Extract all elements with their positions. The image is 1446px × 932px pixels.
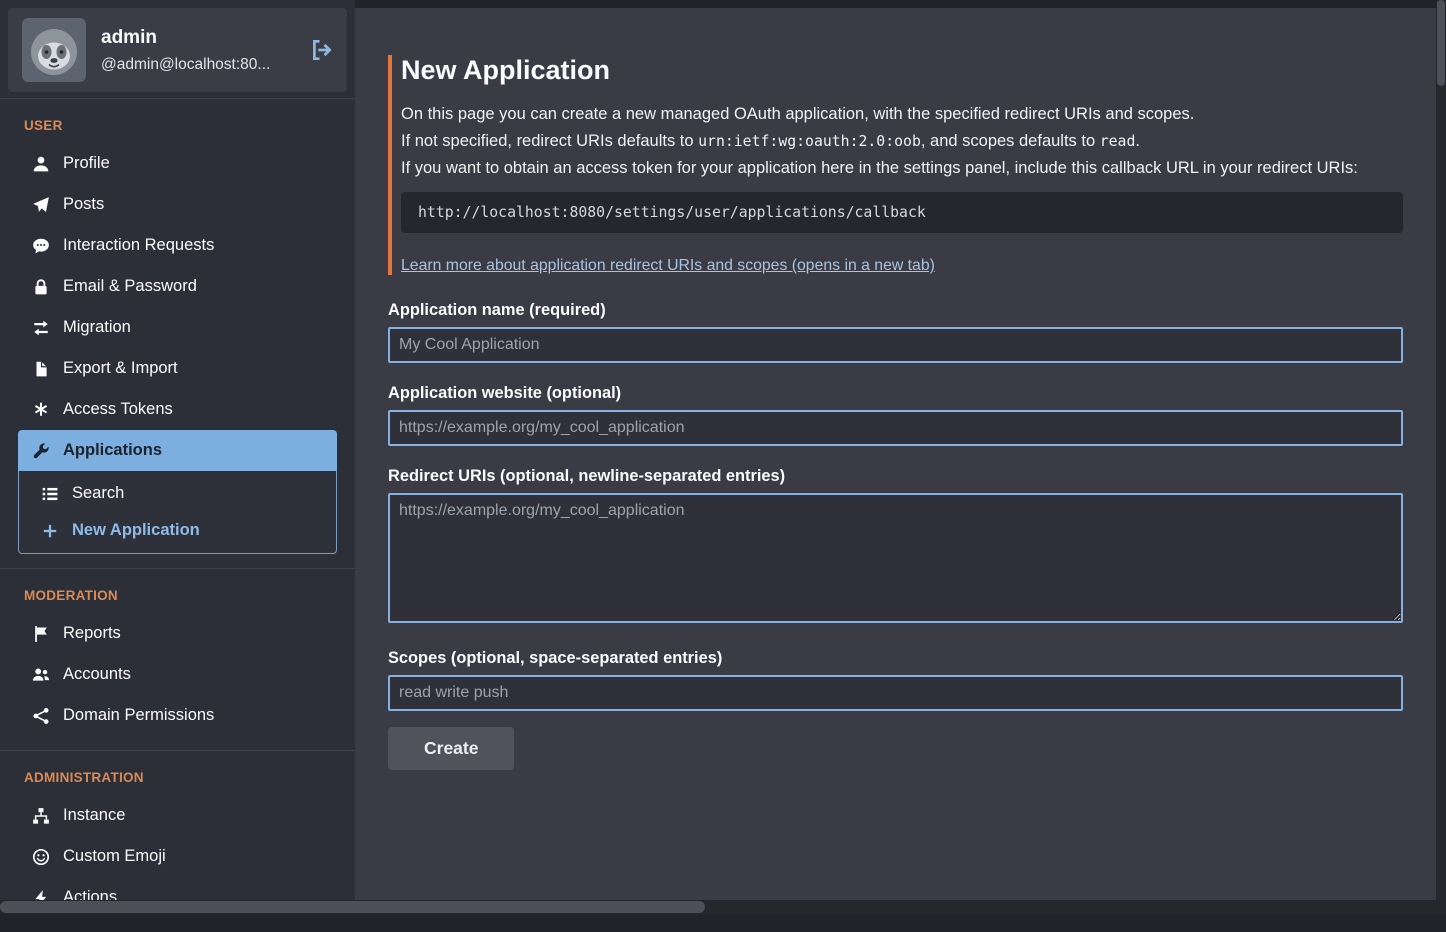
application-website-group: Application website (optional) [388, 384, 1403, 446]
user-info: admin @admin@localhost:80... [101, 27, 294, 74]
sidebar-item-domain-permissions[interactable]: Domain Permissions [18, 695, 337, 736]
intro-line-3: If you want to obtain an access token fo… [401, 156, 1403, 181]
sidebar-item-label: Access Tokens [63, 400, 173, 419]
asterisk-icon [32, 401, 50, 419]
sidebar-item-email-password[interactable]: Email & Password [18, 266, 337, 307]
redirect-uris-label: Redirect URIs (optional, newline-separat… [388, 467, 1403, 486]
comment-icon [32, 237, 50, 255]
callback-url-code-block: http://localhost:8080/settings/user/appl… [401, 192, 1403, 233]
sidebar: admin @admin@localhost:80... USER Profil… [0, 0, 355, 914]
scopes-group: Scopes (optional, space-separated entrie… [388, 649, 1403, 711]
sidebar-item-accounts[interactable]: Accounts [18, 654, 337, 695]
scopes-input[interactable] [388, 675, 1403, 711]
sidebar-item-label: Accounts [63, 665, 131, 684]
vertical-scrollbar-thumb[interactable] [1437, 0, 1445, 86]
sitemap-icon [32, 807, 50, 825]
sidebar-item-label: Migration [63, 318, 131, 337]
sidebar-item-label: Instance [63, 806, 125, 825]
sidebar-item-label: Applications [63, 441, 162, 460]
user-handle: @admin@localhost:80... [101, 56, 294, 74]
horizontal-scrollbar-thumb[interactable] [0, 901, 705, 913]
user-name: admin [101, 27, 294, 49]
intro-line-2-pre: If not specified, redirect URIs defaults… [401, 132, 698, 150]
main-content: New Application On this page you can cre… [355, 8, 1436, 900]
sidebar-item-posts[interactable]: Posts [18, 184, 337, 225]
logout-button[interactable] [309, 38, 333, 62]
page-title: New Application [401, 55, 1403, 86]
applications-submenu: Search New Application [18, 471, 337, 554]
sidebar-item-applications[interactable]: Applications [18, 430, 337, 471]
learn-more-link[interactable]: Learn more about application redirect UR… [401, 257, 935, 275]
inline-code-read: read [1100, 133, 1136, 150]
file-icon [32, 360, 50, 378]
application-name-input[interactable] [388, 327, 1403, 363]
sidebar-item-label: Profile [63, 154, 110, 173]
sidebar-item-label: Custom Emoji [63, 847, 166, 866]
plus-icon [41, 522, 59, 540]
redirect-uris-textarea[interactable] [388, 493, 1403, 623]
share-nodes-icon [32, 707, 50, 725]
sidebar-item-label: Domain Permissions [63, 706, 214, 725]
paper-plane-icon [32, 196, 50, 214]
intro-line-1: On this page you can create a new manage… [401, 102, 1403, 127]
user-card: admin @admin@localhost:80... [8, 8, 347, 92]
sidebar-item-access-tokens[interactable]: Access Tokens [18, 389, 337, 430]
sidebar-item-label: Posts [63, 195, 104, 214]
scopes-label: Scopes (optional, space-separated entrie… [388, 649, 1403, 668]
redirect-uris-group: Redirect URIs (optional, newline-separat… [388, 467, 1403, 628]
submenu-item-label: Search [72, 484, 124, 503]
sidebar-item-custom-emoji[interactable]: Custom Emoji [18, 836, 337, 877]
intro-line-2-mid: , and scopes defaults to [921, 132, 1100, 150]
application-website-label: Application website (optional) [388, 384, 1403, 403]
sloth-avatar-image [22, 18, 86, 82]
new-application-form: Application name (required) Application … [388, 301, 1403, 770]
submenu-item-search[interactable]: Search [19, 475, 336, 512]
submenu-item-label: New Application [72, 521, 200, 540]
logout-icon [309, 38, 333, 62]
sidebar-item-label: Export & Import [63, 359, 178, 378]
flag-icon [32, 625, 50, 643]
create-button[interactable]: Create [388, 727, 514, 770]
intro-block: New Application On this page you can cre… [388, 55, 1403, 275]
application-name-label: Application name (required) [388, 301, 1403, 320]
sidebar-item-label: Email & Password [63, 277, 197, 296]
section-label-administration: ADMINISTRATION [18, 755, 337, 795]
inline-code-oob: urn:ietf:wg:oauth:2.0:oob [698, 133, 921, 150]
sidebar-section-moderation: MODERATION Reports Accounts Domain Permi… [0, 568, 355, 750]
sidebar-nav: USER Profile Posts Interaction Requests … [0, 98, 355, 932]
horizontal-scrollbar-track[interactable] [0, 900, 1446, 914]
smiley-icon [32, 848, 50, 866]
sidebar-item-reports[interactable]: Reports [18, 613, 337, 654]
sidebar-section-user: USER Profile Posts Interaction Requests … [0, 98, 355, 568]
sidebar-item-profile[interactable]: Profile [18, 143, 337, 184]
section-label-moderation: MODERATION [18, 573, 337, 613]
application-website-input[interactable] [388, 410, 1403, 446]
sidebar-item-interaction-requests[interactable]: Interaction Requests [18, 225, 337, 266]
sidebar-item-label: Reports [63, 624, 121, 643]
intro-line-2: If not specified, redirect URIs defaults… [401, 129, 1403, 154]
user-icon [32, 155, 50, 173]
lock-icon [32, 278, 50, 296]
sidebar-item-migration[interactable]: Migration [18, 307, 337, 348]
wrench-icon [32, 442, 50, 460]
avatar[interactable] [22, 18, 86, 82]
intro-line-2-post: . [1135, 132, 1140, 150]
sidebar-item-instance[interactable]: Instance [18, 795, 337, 836]
section-label-user: USER [18, 103, 337, 143]
transfer-arrows-icon [32, 319, 50, 337]
sidebar-item-label: Interaction Requests [63, 236, 214, 255]
application-name-group: Application name (required) [388, 301, 1403, 363]
sidebar-item-export-import[interactable]: Export & Import [18, 348, 337, 389]
list-icon [41, 485, 59, 503]
vertical-scrollbar-track[interactable] [1436, 0, 1446, 914]
users-icon [32, 666, 50, 684]
submenu-item-new-application[interactable]: New Application [19, 512, 336, 549]
applications-group: Applications Search New Application [18, 430, 337, 554]
